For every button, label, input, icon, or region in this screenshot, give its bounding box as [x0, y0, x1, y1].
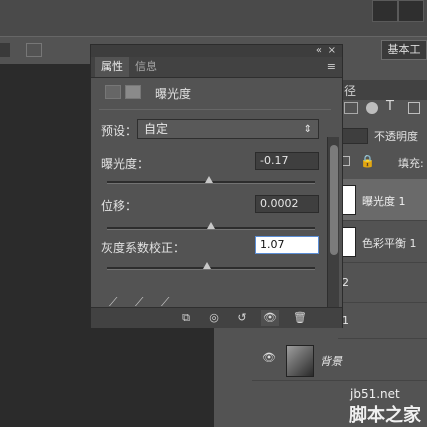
exposure-label: 曝光度：: [101, 157, 150, 171]
divider: [99, 109, 331, 110]
minimize-window-button[interactable]: [372, 0, 398, 22]
delete-icon[interactable]: 🗑: [291, 310, 309, 326]
layer-name: 2: [342, 276, 349, 289]
properties-tabs: 属性 信息 ≡: [91, 57, 342, 78]
properties-bottom-bar: ⧉ ◎ ↺ 👁 🗑: [91, 307, 342, 328]
preset-select[interactable]: 自定 ⇕: [137, 119, 319, 139]
adjustment-title: 曝光度: [155, 87, 192, 101]
select-arrows-icon: ⇕: [303, 124, 312, 135]
align-distribute-icon[interactable]: [26, 43, 42, 57]
close-icon[interactable]: ×: [328, 45, 336, 56]
background-thumbnail: [286, 345, 314, 377]
exposure-input[interactable]: -0.17: [255, 152, 319, 170]
preset-label: 预设：: [101, 124, 138, 138]
clip-to-layer-icon[interactable]: ⧉: [177, 310, 195, 326]
panel-grip: « ×: [91, 45, 342, 57]
distribute-icon[interactable]: [0, 43, 10, 57]
filter-type-icon[interactable]: T: [386, 99, 394, 114]
scrollbar-thumb[interactable]: [330, 145, 338, 255]
opacity-label: 不透明度: [374, 130, 418, 143]
collapse-icon[interactable]: «: [316, 45, 322, 56]
exposure-slider-thumb[interactable]: [204, 176, 213, 183]
gamma-label: 灰度系数校正：: [101, 241, 186, 255]
eye-icon[interactable]: 👁: [262, 352, 276, 363]
watermark-brand: 脚本之家: [349, 405, 421, 426]
adjustment-icon[interactable]: [105, 85, 121, 99]
layer-row-background[interactable]: 👁 背景: [252, 339, 427, 381]
blend-mode-select[interactable]: [342, 128, 368, 144]
view-previous-state-icon[interactable]: ◎: [205, 310, 223, 326]
layer-name: 1: [342, 314, 349, 327]
filter-adjustment-icon[interactable]: [366, 102, 378, 114]
layer-row-2[interactable]: 2: [338, 263, 427, 303]
layer-row-exposure[interactable]: 曝光度 1: [338, 179, 427, 221]
offset-label: 位移：: [101, 199, 138, 213]
lock-icon[interactable]: 🔒: [360, 154, 375, 168]
layer-name: 背景: [320, 355, 342, 368]
preset-value: 自定: [144, 122, 169, 136]
gamma-input[interactable]: 1.07: [255, 236, 319, 254]
gamma-slider-thumb[interactable]: [202, 262, 211, 269]
workspace-switcher-button[interactable]: 基本工: [381, 40, 427, 60]
paths-tab[interactable]: 径: [344, 82, 356, 99]
layer-name: 色彩平衡 1: [362, 237, 417, 250]
reset-icon[interactable]: ↺: [233, 310, 251, 326]
mask-icon[interactable]: [125, 85, 141, 99]
panel-menu-icon[interactable]: ≡: [327, 60, 336, 73]
filter-shape-icon[interactable]: [408, 102, 420, 114]
tab-properties[interactable]: 属性: [95, 57, 129, 77]
visibility-eye-icon[interactable]: 👁: [261, 310, 279, 326]
fill-label: 填充:: [398, 157, 424, 170]
filter-image-icon[interactable]: [344, 102, 358, 114]
layer-row-1[interactable]: 1: [338, 303, 427, 339]
properties-scrollbar[interactable]: [327, 137, 339, 307]
restore-window-button[interactable]: [398, 0, 424, 22]
app-topbar: [0, 0, 427, 36]
offset-input[interactable]: 0.0002: [255, 195, 319, 213]
watermark-site: jb51.net: [350, 387, 400, 401]
offset-slider-thumb[interactable]: [207, 222, 215, 229]
tab-info[interactable]: 信息: [129, 57, 163, 77]
gamma-slider-track[interactable]: [107, 267, 315, 270]
layer-name: 曝光度 1: [362, 195, 406, 208]
properties-panel: « × 属性 信息 ≡ 曝光度 预设： 自定 ⇕ 曝光度： -0.17 位移： …: [90, 44, 343, 328]
layer-row-color-balance[interactable]: 色彩平衡 1: [338, 221, 427, 263]
